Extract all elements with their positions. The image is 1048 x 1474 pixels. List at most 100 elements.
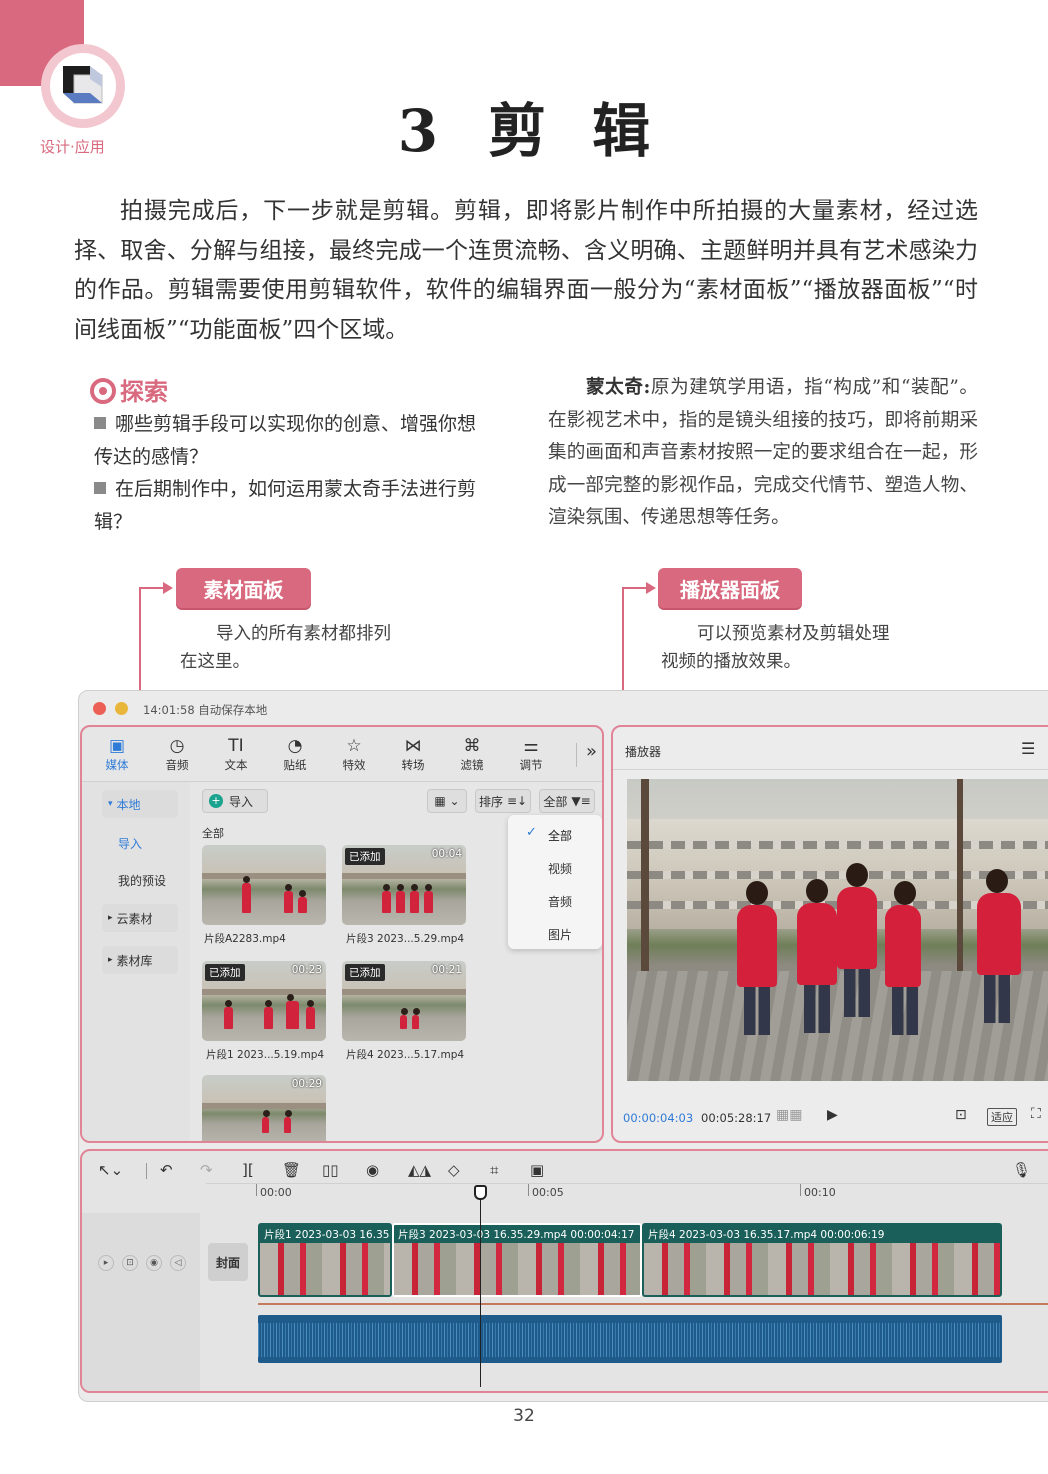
thumb-clip-3[interactable]: 已添加 00:04 xyxy=(342,845,466,925)
delete-icon[interactable]: 🗑 xyxy=(282,1161,301,1179)
timeline-clip-1[interactable]: 片段1 2023-03-03 16.35.1 xyxy=(258,1223,392,1297)
screenshot-icon[interactable]: ⊡ xyxy=(955,1107,967,1123)
audio-track[interactable] xyxy=(258,1315,1002,1363)
toolbar-divider xyxy=(576,743,577,767)
menu-item-audio[interactable]: 音频 xyxy=(548,893,572,910)
arrow-right-icon xyxy=(163,582,173,594)
timeline-panel: ↖⌄ ↶ ↷ ][ 🗑 ▯▯ ◉ ◭◮ ◇ ⌗ ▣ 🎙 00:00 00:05 … xyxy=(80,1149,1048,1393)
thumb-clip-5[interactable]: 00:29 xyxy=(202,1075,326,1141)
clip-separator-line xyxy=(258,1303,1048,1305)
reverse-icon[interactable]: ◉ xyxy=(366,1161,379,1179)
play-icon[interactable]: ▶ xyxy=(827,1107,838,1123)
target-icon xyxy=(90,378,116,404)
connector-line xyxy=(622,587,648,589)
thumb-clip-4[interactable]: 已添加 00:21 xyxy=(342,961,466,1041)
added-badge: 已添加 xyxy=(345,964,385,981)
image-edit-icon[interactable]: ▣ xyxy=(530,1161,544,1179)
track-volume-icon[interactable]: ◁ xyxy=(170,1255,186,1271)
player-menu-icon[interactable]: ☰ xyxy=(1021,739,1035,758)
player-title: 播放器 xyxy=(625,745,662,759)
track-lock-icon[interactable]: ⊡ xyxy=(122,1255,138,1271)
track-header-column xyxy=(82,1213,200,1391)
filter-dropdown: ✓ 全部 视频 音频 图片 xyxy=(508,815,602,949)
thumb-caption: 片段1 2023...5.19.mp4 xyxy=(206,1049,325,1061)
track-visible-icon[interactable]: ◉ xyxy=(146,1255,162,1271)
filter-button[interactable]: 全部 ▼≡ xyxy=(539,789,595,813)
tab-audio[interactable]: ◷ 音频 xyxy=(152,735,202,773)
thumb-duration: 00:23 xyxy=(291,964,322,976)
sidebar-item-presets[interactable]: 我的预设 xyxy=(118,872,166,889)
playhead-handle[interactable] xyxy=(474,1185,487,1200)
crop-icon[interactable]: ⌗ xyxy=(490,1161,498,1179)
thumb-duration: 00:29 xyxy=(291,1078,322,1090)
arrow-right-icon xyxy=(646,582,656,594)
sidebar-item-library[interactable]: ▸ 素材库 xyxy=(102,946,178,974)
explore-item: 哪些剪辑手段可以实现你的创意、增强你想传达的感情？ xyxy=(94,413,477,468)
sidebar-item-import[interactable]: 导入 xyxy=(118,835,142,852)
menu-item-video[interactable]: 视频 xyxy=(548,860,572,877)
editor-window: 14:01:58 自动保存本地 ▣ 媒体 ◷ 音频 TI 文本 ◔ 贴纸 ☆ 特效 ⋈ 转场… xyxy=(78,690,1048,1402)
intro-paragraph: 拍摄完成后，下一步就是剪辑。剪辑，即将影片制作中所拍摄的大量素材，经过选择、取舍… xyxy=(74,198,978,343)
added-badge: 已添加 xyxy=(205,964,245,981)
sort-button[interactable]: 排序 ≡↓ xyxy=(475,789,531,813)
caret-down-icon: ▾ xyxy=(108,799,113,809)
tab-sticker[interactable]: ◔ 贴纸 xyxy=(270,735,320,773)
undo-icon[interactable]: ↶ xyxy=(160,1161,173,1179)
close-window-button[interactable] xyxy=(93,702,106,715)
redo-icon[interactable]: ↷ xyxy=(200,1161,213,1179)
thumb-duration: 00:21 xyxy=(431,964,462,976)
media-icon: ▣ xyxy=(108,736,126,756)
tick-label: 00:00 xyxy=(260,1186,292,1199)
import-button[interactable]: + 导入 xyxy=(202,789,268,813)
cover-button[interactable]: 封面 xyxy=(208,1243,248,1281)
timeline-clip-3[interactable]: 片段3 2023-03-03 16.35.29.mp4 00:00:04:17 xyxy=(392,1223,642,1297)
tab-text[interactable]: TI 文本 xyxy=(211,735,261,773)
mirror-icon[interactable]: ◭◮ xyxy=(408,1161,431,1179)
timeline-marker-icon: ▦▦ xyxy=(776,1107,803,1123)
sidebar-item-local[interactable]: ▾ 本地 xyxy=(102,790,178,818)
fit-button[interactable]: 适应 xyxy=(987,1108,1017,1126)
chapter-number: 3 xyxy=(397,97,439,165)
montage-term: 蒙太奇: xyxy=(586,377,651,398)
menu-item-all[interactable]: 全部 xyxy=(548,827,572,844)
tab-effects[interactable]: ☆ 特效 xyxy=(329,735,379,773)
material-all-label: 全部 xyxy=(202,827,224,840)
adjust-icon: ⚌ xyxy=(523,736,539,756)
thumb-caption: 片段A2283.mp4 xyxy=(204,933,286,945)
video-preview[interactable] xyxy=(627,779,1048,1081)
sort-icon: ≡↓ xyxy=(506,794,528,808)
view-mode-button[interactable]: ▦ ⌄ xyxy=(427,789,467,813)
square-bullet-icon xyxy=(94,417,106,429)
thumb-caption: 片段4 2023...5.17.mp4 xyxy=(346,1049,465,1061)
title-char-1: 剪 xyxy=(488,97,547,165)
split-icon[interactable]: ][ xyxy=(242,1161,254,1179)
tab-media[interactable]: ▣ 媒体 xyxy=(92,735,142,773)
title-char-2: 辑 xyxy=(592,97,651,165)
tab-adjust[interactable]: ⚌ 调节 xyxy=(506,735,556,773)
caret-right-icon: ▸ xyxy=(108,913,113,923)
tab-filter[interactable]: ⌘ 滤镜 xyxy=(447,735,497,773)
rotate-icon[interactable]: ◇ xyxy=(448,1161,460,1179)
page-title: 3剪辑 xyxy=(0,84,1048,168)
tab-transition[interactable]: ⋈ 转场 xyxy=(388,735,438,773)
thumb-clip-1[interactable]: 已添加 00:23 xyxy=(202,961,326,1041)
added-badge: 已添加 xyxy=(345,848,385,865)
explore-heading: 探索 xyxy=(90,372,168,407)
effects-icon: ☆ xyxy=(346,736,362,756)
montage-note: 蒙太奇:原为建筑学用语，指“构成”和“装配”。在影视艺术中，指的是镜头组接的技巧… xyxy=(548,372,978,535)
material-panel: ▣ 媒体 ◷ 音频 TI 文本 ◔ 贴纸 ☆ 特效 ⋈ 转场 ⌘ 滤镜 ⚌ 调节 » ▾ 本地 导… xyxy=(80,725,604,1143)
check-icon: ✓ xyxy=(526,825,537,840)
thumb-clip-a2283[interactable] xyxy=(202,845,326,925)
minimize-window-button[interactable] xyxy=(115,702,128,715)
sidebar-item-cloud[interactable]: ▸ 云素材 xyxy=(102,904,178,932)
track-video-icon[interactable]: ▸ xyxy=(98,1255,114,1271)
fullscreen-icon[interactable]: ⛶ xyxy=(1031,1106,1041,1122)
timeline-clip-4[interactable]: 片段4 2023-03-03 16.35.17.mp4 00:00:06:19 xyxy=(642,1223,1002,1297)
select-tool-icon[interactable]: ↖⌄ xyxy=(98,1161,123,1179)
microphone-icon[interactable]: 🎙 xyxy=(1012,1161,1031,1179)
more-tabs-button[interactable]: » xyxy=(586,741,597,762)
playhead-line xyxy=(480,1191,481,1387)
menu-item-image[interactable]: 图片 xyxy=(548,926,572,943)
tick-label: 00:05 xyxy=(532,1186,564,1199)
freeze-frame-icon[interactable]: ▯▯ xyxy=(322,1161,339,1179)
